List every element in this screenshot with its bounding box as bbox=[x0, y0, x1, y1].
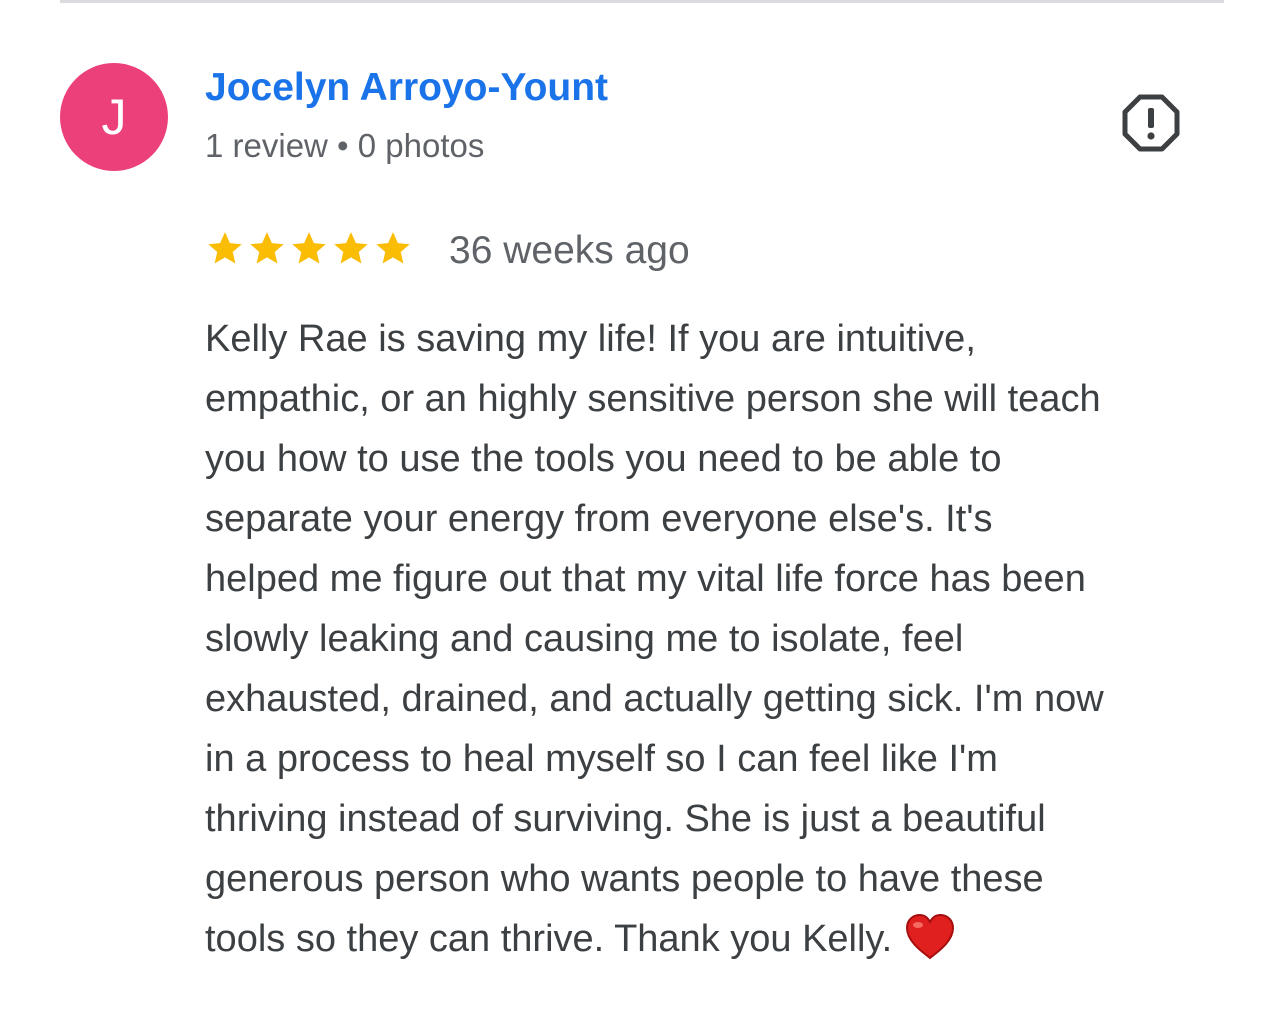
review-text-line: you how to use the tools you need to be … bbox=[205, 438, 1002, 480]
reviewer-meta: 1 review • 0 photos bbox=[205, 127, 485, 164]
flag-report-icon bbox=[1122, 94, 1180, 152]
red-heart-icon bbox=[906, 913, 955, 960]
review-text-line: slowly leaking and causing me to isolate… bbox=[205, 618, 964, 660]
review-text-line: Kelly Rae is saving my life! If you are … bbox=[205, 318, 976, 360]
review-text-line: tools so they can thrive. Thank you Kell… bbox=[205, 909, 1245, 969]
top-divider bbox=[60, 0, 1224, 3]
star-icon bbox=[292, 232, 326, 264]
star-rating bbox=[205, 226, 413, 270]
review-text-line: separate your energy from everyone else'… bbox=[205, 498, 993, 540]
report-review-button[interactable] bbox=[1120, 92, 1182, 154]
star-icon bbox=[376, 232, 410, 264]
review-text: Kelly Rae is saving my life! If you are … bbox=[205, 309, 1245, 969]
review-date: 36 weeks ago bbox=[449, 229, 690, 272]
avatar[interactable]: J bbox=[60, 63, 168, 171]
review-text-line: exhausted, drained, and actually getting… bbox=[205, 678, 1104, 720]
star-icon bbox=[334, 232, 368, 264]
star-icon bbox=[250, 232, 284, 264]
star-icon bbox=[208, 232, 242, 264]
review-text-line: generous person who wants people to have… bbox=[205, 858, 1044, 900]
review-text-line: empathic, or an highly sensitive person … bbox=[205, 378, 1101, 420]
review-text-line: thriving instead of surviving. She is ju… bbox=[205, 798, 1046, 840]
review-text-line: in a process to heal myself so I can fee… bbox=[205, 738, 998, 780]
avatar-initial: J bbox=[101, 89, 127, 145]
review-text-line: helped me figure out that my vital life … bbox=[205, 558, 1086, 600]
reviewer-name-link[interactable]: Jocelyn Arroyo-Yount bbox=[205, 66, 608, 110]
